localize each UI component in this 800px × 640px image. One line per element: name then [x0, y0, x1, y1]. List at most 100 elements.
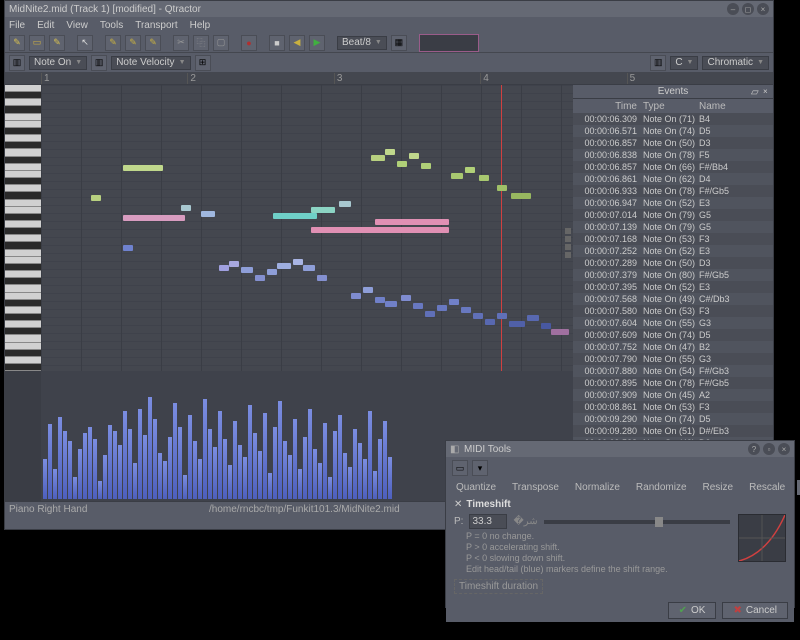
tab-transpose[interactable]: Transpose [508, 480, 563, 495]
velocity-bar[interactable] [158, 453, 162, 499]
tools-max-icon[interactable]: ▫ [763, 443, 775, 455]
midi-note[interactable] [375, 219, 449, 225]
midi-note[interactable] [509, 321, 525, 327]
velocity-bar[interactable] [183, 475, 187, 499]
midi-note[interactable] [473, 313, 483, 319]
velocity-bar[interactable] [258, 451, 262, 499]
event-row[interactable]: 00:00:06.933Note On (78)F#/Gb5 [573, 185, 773, 197]
col-time[interactable]: Time [573, 101, 641, 112]
menu-help[interactable]: Help [190, 20, 211, 31]
velocity-bar[interactable] [348, 467, 352, 499]
loop-range-display[interactable] [419, 34, 479, 52]
midi-note[interactable] [241, 267, 253, 273]
menu-view[interactable]: View [66, 20, 88, 31]
event-type-select[interactable]: Note On▼ [29, 56, 87, 70]
velocity-bar[interactable] [293, 419, 297, 499]
key-select[interactable]: C▼ [670, 56, 698, 70]
midi-note[interactable] [303, 265, 315, 271]
event-row[interactable]: 00:00:08.861Note On (53)F3 [573, 401, 773, 413]
velocity-bar[interactable] [218, 411, 222, 499]
menu-file[interactable]: File [9, 20, 25, 31]
velocity-bar[interactable] [68, 441, 72, 499]
midi-note[interactable] [91, 195, 101, 201]
new-icon[interactable]: ✎ [9, 35, 25, 51]
piano-keyboard[interactable] [5, 85, 41, 371]
velocity-bar[interactable] [248, 405, 252, 499]
event-row[interactable]: 00:00:07.395Note On (52)E3 [573, 281, 773, 293]
event-row[interactable]: 00:00:07.568Note On (49)C#/Db3 [573, 293, 773, 305]
play-back-icon[interactable]: ◀ [289, 35, 305, 51]
midi-note[interactable] [421, 163, 431, 169]
midi-note[interactable] [465, 167, 475, 173]
popout-icon[interactable]: ▱ [751, 87, 761, 97]
event-row[interactable]: 00:00:07.379Note On (80)F#/Gb5 [573, 269, 773, 281]
velocity-bar[interactable] [108, 425, 112, 499]
midi-note[interactable] [293, 259, 303, 265]
tools-close-icon[interactable]: × [778, 443, 790, 455]
draw-icon[interactable]: ✎ [105, 35, 121, 51]
velocity-bar[interactable] [283, 441, 287, 499]
velocity-bar[interactable] [198, 459, 202, 499]
midi-note[interactable] [339, 201, 351, 207]
velocity-bar[interactable] [53, 469, 57, 499]
velocity-bar[interactable] [168, 437, 172, 499]
midi-note[interactable] [425, 311, 435, 317]
midi-note[interactable] [461, 307, 471, 313]
velocity-bar[interactable] [338, 415, 342, 499]
copy-icon[interactable]: ⿻ [193, 35, 209, 51]
midi-note[interactable] [437, 305, 447, 311]
velocity-bar[interactable] [118, 445, 122, 499]
velocity-bar[interactable] [193, 441, 197, 499]
velocity-bar[interactable] [378, 439, 382, 499]
event-row[interactable]: 00:00:06.309Note On (71)B4 [573, 113, 773, 125]
velocity-select[interactable]: Note Velocity▼ [111, 56, 190, 70]
midi-note[interactable] [273, 213, 317, 219]
velocity-bar[interactable] [123, 411, 127, 499]
midi-note[interactable] [123, 165, 163, 171]
stop-icon[interactable]: ■ [269, 35, 285, 51]
velocity-bar[interactable] [298, 469, 302, 499]
midi-note[interactable] [267, 269, 277, 275]
ok-button[interactable]: ✔OK [668, 602, 717, 619]
midi-note[interactable] [527, 315, 539, 321]
tools-help-icon[interactable]: ? [748, 443, 760, 455]
event-row[interactable]: 00:00:07.752Note On (47)B2 [573, 341, 773, 353]
midi-note[interactable] [375, 297, 385, 303]
midi-note[interactable] [219, 265, 229, 271]
velocity-bar[interactable] [98, 481, 102, 499]
velocity-bar[interactable] [313, 449, 317, 499]
event-row[interactable]: 00:00:06.571Note On (74)D5 [573, 125, 773, 137]
midi-note[interactable] [511, 193, 531, 199]
velocity-bar[interactable] [143, 435, 147, 499]
velocity-bar[interactable] [228, 465, 232, 499]
pointer-icon[interactable]: ↖ [77, 35, 93, 51]
velocity-bar[interactable] [208, 429, 212, 499]
midi-note[interactable] [541, 323, 551, 329]
midi-note[interactable] [485, 319, 495, 325]
close-icon[interactable]: × [757, 3, 769, 15]
velocity-bar[interactable] [138, 409, 142, 499]
velocity-bar[interactable] [253, 433, 257, 499]
menu-tools[interactable]: Tools [100, 20, 123, 31]
midi-note[interactable] [451, 173, 463, 179]
midi-note[interactable] [401, 295, 411, 301]
velocity-bar[interactable] [353, 429, 357, 499]
midi-note[interactable] [311, 207, 335, 213]
velocity-bar[interactable] [213, 447, 217, 499]
velocity-bar[interactable] [273, 427, 277, 499]
velocity-bar[interactable] [188, 415, 192, 499]
velocity-bar[interactable] [223, 439, 227, 499]
midi-note[interactable] [479, 175, 489, 181]
velocity-bar[interactable] [368, 411, 372, 499]
midi-note[interactable] [123, 215, 185, 221]
tab-quantize[interactable]: Quantize [452, 480, 500, 495]
note-grid[interactable] [41, 85, 573, 371]
event-row[interactable]: 00:00:07.168Note On (53)F3 [573, 233, 773, 245]
event-row[interactable]: 00:00:07.790Note On (55)G3 [573, 353, 773, 365]
velocity-bar[interactable] [323, 423, 327, 499]
event-row[interactable]: 00:00:07.580Note On (53)F3 [573, 305, 773, 317]
velocity-bar[interactable] [153, 419, 157, 499]
event-row[interactable]: 00:00:07.014Note On (79)G5 [573, 209, 773, 221]
tab-rescale[interactable]: Rescale [745, 480, 789, 495]
main-titlebar[interactable]: MidNite2.mid (Track 1) [modified] - Qtra… [5, 1, 773, 17]
